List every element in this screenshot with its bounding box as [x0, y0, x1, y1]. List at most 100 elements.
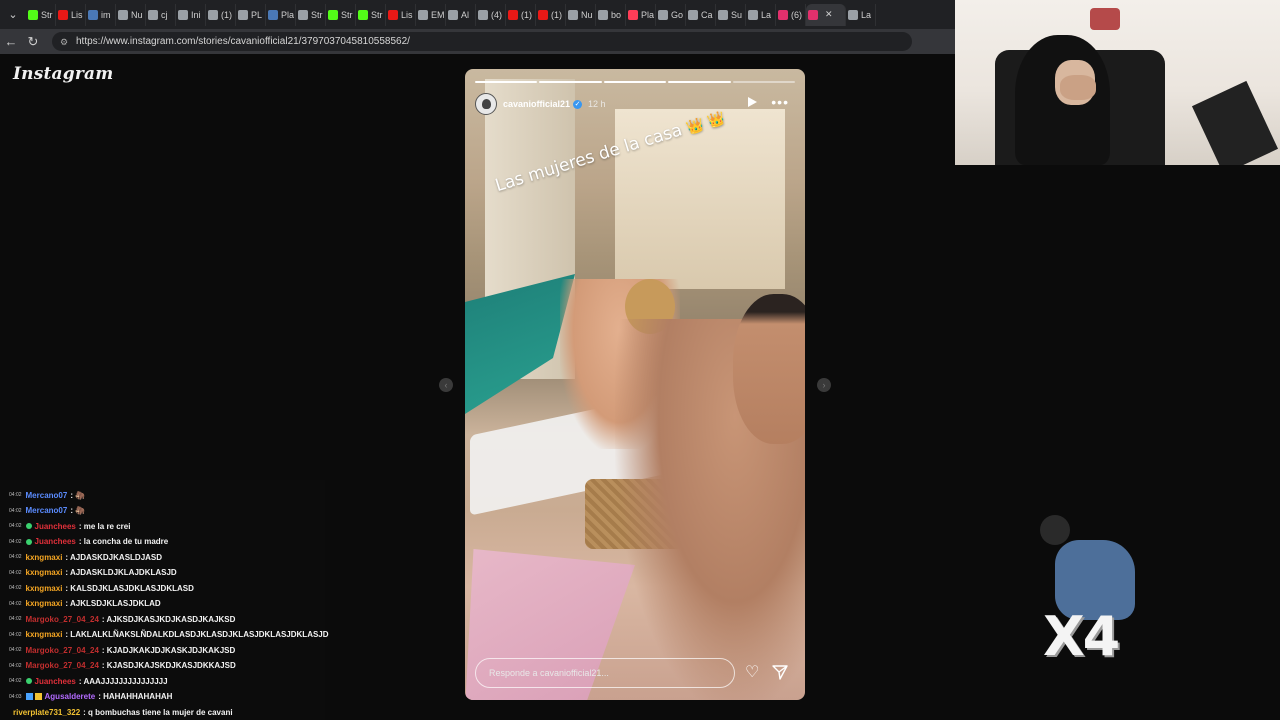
play-icon [628, 9, 638, 20]
browser-tab[interactable]: Nu [566, 3, 596, 26]
back-arrow-icon[interactable]: ← [0, 31, 22, 53]
next-story-arrow-icon[interactable]: › [817, 378, 831, 392]
close-tab-icon[interactable]: ✕ [825, 9, 833, 20]
browser-tab-label: cj [161, 9, 168, 20]
browser-tab-label: PL [251, 9, 263, 20]
chat-message: 04:02 Juanchees: me la re crei [9, 519, 130, 533]
chat-username[interactable]: riverplate731_322 [13, 708, 80, 717]
browser-tab[interactable]: Pla [266, 3, 296, 26]
browser-tab[interactable]: Str [26, 3, 56, 26]
chat-username[interactable]: Juanchees [35, 522, 76, 531]
browser-tab[interactable]: Go [656, 3, 686, 26]
browser-tab[interactable]: ✕ [806, 3, 846, 26]
browser-tab[interactable]: Str [326, 3, 356, 26]
browser-tab-label: im [101, 9, 111, 20]
subscriber-badge-icon [25, 693, 33, 700]
tab-search-chevron-icon[interactable]: ⌄ [0, 0, 26, 29]
browser-tab[interactable]: Str [296, 3, 326, 26]
browser-tab[interactable]: (6) [776, 3, 806, 26]
chat-message-text: : AJDASKLDJKLAJDKLASJD [65, 568, 177, 577]
chat-username[interactable]: kxngmaxi [26, 630, 63, 639]
story-progress-segment [475, 81, 538, 83]
chat-username[interactable]: kxngmaxi [26, 584, 63, 593]
browser-tab[interactable]: (1) [206, 3, 236, 26]
story-username[interactable]: cavaniofficial21 [503, 99, 570, 109]
browser-tab[interactable]: im [86, 3, 116, 26]
reload-icon[interactable]: ↻ [22, 31, 44, 53]
chat-username[interactable]: kxngmaxi [26, 553, 63, 562]
avatar[interactable] [475, 93, 497, 115]
browser-tab-label: (1) [521, 9, 532, 20]
browser-tab[interactable]: Ca [686, 3, 716, 26]
chat-message-text: : KJADJKAKJDJKASKJDJKAKJSD [101, 645, 236, 655]
browser-tab-label: Lis [71, 9, 83, 20]
site-info-icon[interactable]: ⚙ [60, 37, 70, 47]
send-icon[interactable] [772, 664, 788, 680]
browser-tab[interactable]: EM [416, 3, 446, 26]
previous-story-arrow-icon[interactable]: ‹ [439, 378, 453, 392]
browser-tab[interactable]: Lis [56, 3, 86, 26]
browser-tab[interactable]: PL [236, 3, 266, 26]
chat-badge-icon [25, 523, 32, 529]
browser-tab-label: (1) [221, 9, 232, 20]
browser-tab-label: Str [311, 9, 323, 20]
sound-icon [718, 9, 728, 20]
browser-tab[interactable]: Su [716, 3, 746, 26]
reply-placeholder: Responde a cavaniofficial21... [489, 668, 609, 678]
browser-tab[interactable]: Ini [176, 3, 206, 26]
chat-username[interactable]: kxngmaxi [26, 599, 63, 608]
browser-tab[interactable]: La [846, 3, 876, 26]
browser-tab-bar: ⌄ Str Lis im Nu cj Ini (1) PL Pla Str Str Str Lis EM A… [0, 0, 955, 29]
browser-tab[interactable]: Pla [626, 3, 656, 26]
chat-message-text: : AJKLSDJKLASJDKLAD [65, 599, 161, 608]
chat-timestamp: 04:02 [9, 600, 22, 607]
browser-tab[interactable]: bo [596, 3, 626, 26]
chat-message-text: : LAKLALKLÑAKSLÑDALKDLASDJKLASDJKLASJDKL… [65, 630, 329, 639]
browser-tab[interactable]: (4) [476, 3, 506, 26]
chat-username[interactable]: Margoko_27_04_24 [26, 646, 99, 655]
heart-icon[interactable]: ♡ [745, 664, 759, 682]
browser-tab-label: Al [461, 9, 470, 20]
chat-username[interactable]: Agusalderete [45, 692, 96, 701]
browser-tab[interactable]: cj [146, 3, 176, 26]
circle-icon [418, 9, 428, 20]
google-icon [148, 9, 158, 20]
browser-tab[interactable]: (1) [506, 3, 536, 26]
browser-tab-label: Go [671, 9, 684, 20]
address-bar[interactable]: ⚙ https://www.instagram.com/stories/cava… [52, 32, 912, 51]
chat-timestamp: 04:03 [9, 693, 22, 700]
story-viewer[interactable]: cavaniofficial21 ✓ 12 h ••• Las mujeres … [465, 69, 805, 700]
chat-username[interactable]: Margoko_27_04_24 [26, 615, 99, 624]
story-progress-segment [668, 81, 731, 83]
verified-badge-icon: ✓ [573, 99, 583, 109]
chat-timestamp: 04:02 [9, 585, 22, 591]
browser-tab[interactable]: Al [446, 3, 476, 26]
browser-tab-label: (1) [551, 9, 562, 20]
multiplier-overlay-text: X4 [1043, 605, 1120, 668]
instagram-logo[interactable]: Instagram [13, 64, 113, 84]
more-options-icon[interactable]: ••• [771, 95, 789, 109]
slash-icon [448, 9, 458, 20]
play-icon[interactable] [748, 97, 757, 107]
chat-username[interactable]: Mercano07 [26, 491, 68, 500]
reply-input[interactable]: Responde a cavaniofficial21... [475, 658, 735, 688]
browser-tab[interactable]: Lis [386, 3, 416, 26]
slash-icon [238, 9, 248, 20]
chat-username[interactable]: Juanchees [35, 677, 76, 686]
chat-username[interactable]: Juanchees [35, 537, 76, 546]
browser-tab[interactable]: La [746, 3, 776, 26]
chat-username[interactable]: Mercano07 [26, 506, 68, 515]
chat-message-text: : HAHAHHAHAHAH [98, 692, 173, 701]
chat-username[interactable]: kxngmaxi [26, 568, 63, 577]
browser-tab[interactable]: (1) [536, 3, 566, 26]
browser-tab[interactable]: Str [356, 3, 386, 26]
browser-tab[interactable]: Nu [116, 3, 146, 26]
browser-toolbar: ← ↻ ⚙ https://www.instagram.com/stories/… [0, 29, 955, 54]
browser-tab-label: Su [731, 9, 743, 20]
browser-tab-label: bo [611, 9, 622, 20]
twitch-icon [58, 9, 68, 20]
chat-message: 04:02 Margoko_27_04_24: KJASDJKAJSKDJKASJ… [9, 659, 236, 673]
chat-message: 04:03 Agusalderete: HAHAHHAHAHAH [9, 690, 172, 704]
story-progress-segment [603, 81, 667, 83]
chat-username[interactable]: Margoko_27_04_24 [26, 661, 99, 670]
